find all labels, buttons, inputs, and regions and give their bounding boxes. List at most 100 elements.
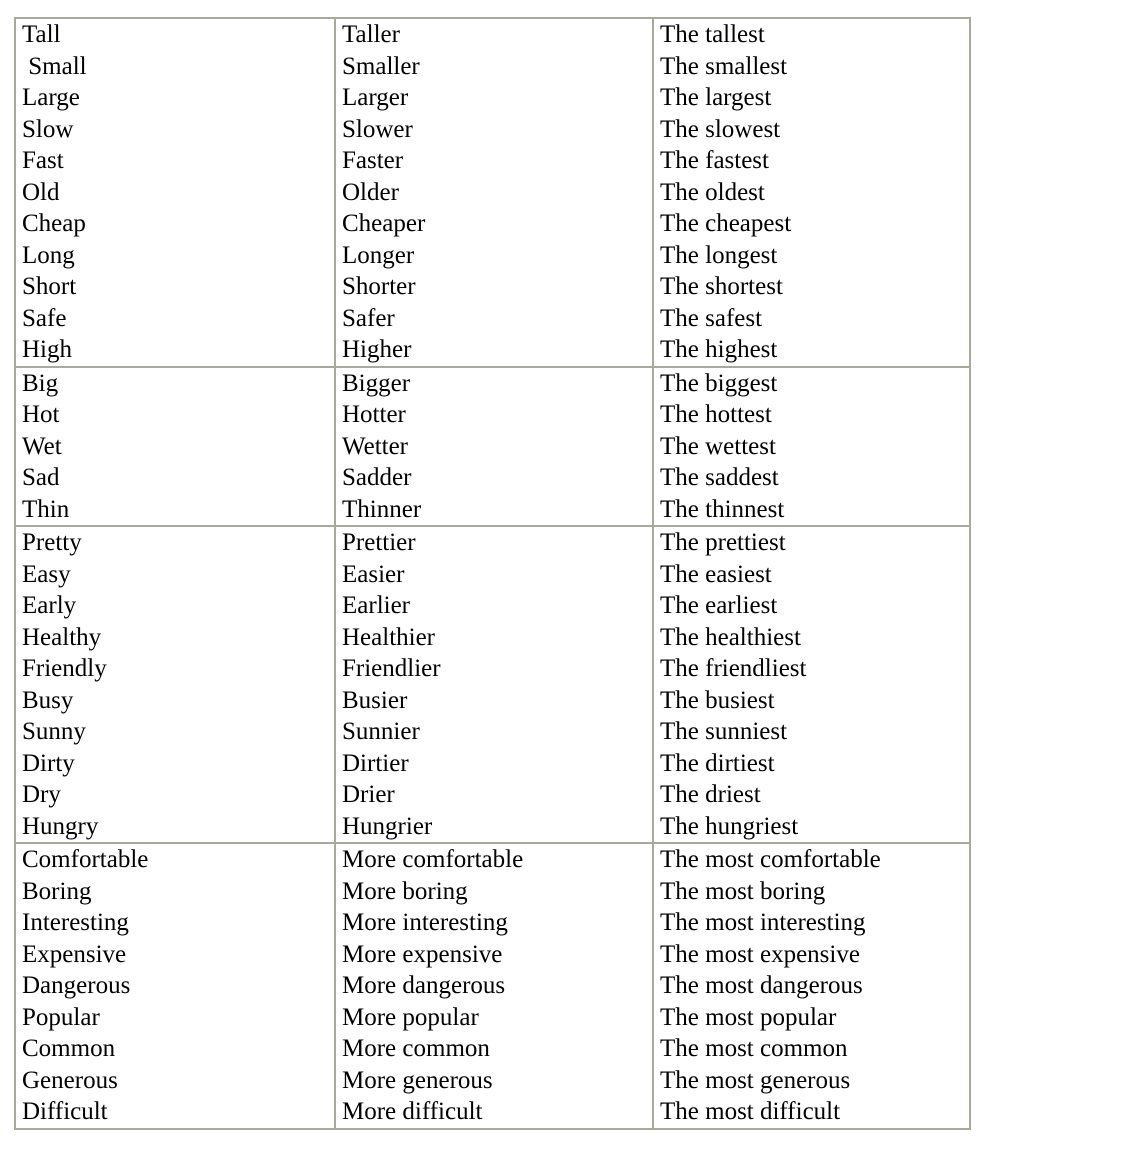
cell-comparative: More interesting xyxy=(334,907,654,939)
table-row: Safe Safer The safest xyxy=(14,302,971,334)
cell-comparative: More popular xyxy=(334,1001,654,1033)
cell-superlative: The largest xyxy=(652,82,971,114)
cell-positive: Pretty xyxy=(14,526,336,559)
cell-superlative: The safest xyxy=(652,302,971,334)
table-row: Hungry Hungrier The hungriest xyxy=(14,810,971,843)
table-row: Big Bigger The biggest xyxy=(14,366,971,399)
cell-comparative: More dangerous xyxy=(334,970,654,1002)
cell-comparative: Wetter xyxy=(334,430,654,462)
cell-positive: Long xyxy=(14,239,336,271)
cell-superlative: The thinnest xyxy=(652,493,971,526)
cell-positive: Dry xyxy=(14,779,336,811)
table-row: Generous More generous The most generous xyxy=(14,1064,971,1096)
cell-superlative: The cheapest xyxy=(652,208,971,240)
table-row: Popular More popular The most popular xyxy=(14,1001,971,1033)
table-row: High Higher The highest xyxy=(14,334,971,367)
cell-comparative: More boring xyxy=(334,875,654,907)
cell-positive: Thin xyxy=(14,493,336,526)
cell-positive: Expensive xyxy=(14,938,336,970)
table-row: Wet Wetter The wettest xyxy=(14,430,971,462)
table-row: Cheap Cheaper The cheapest xyxy=(14,208,971,240)
cell-superlative: The longest xyxy=(652,239,971,271)
cell-comparative: Larger xyxy=(334,82,654,114)
cell-comparative: More expensive xyxy=(334,938,654,970)
cell-comparative: Shorter xyxy=(334,271,654,303)
table-row: Difficult More difficult The most difficul… xyxy=(14,1096,971,1129)
cell-positive: High xyxy=(14,334,336,367)
adjective-group: Big Bigger The biggest Hot Hotter The hottest… xyxy=(14,366,971,526)
cell-comparative: Healthier xyxy=(334,621,654,653)
table-row: Short Shorter The shortest xyxy=(14,271,971,303)
cell-superlative: The most comfortable xyxy=(652,843,971,876)
cell-comparative: Sunnier xyxy=(334,716,654,748)
cell-positive: Sunny xyxy=(14,716,336,748)
cell-positive: Small xyxy=(14,50,336,82)
table-row: Dry Drier The driest xyxy=(14,779,971,811)
cell-comparative: Sadder xyxy=(334,462,654,494)
cell-comparative: Faster xyxy=(334,145,654,177)
table-row: Busy Busier The busiest xyxy=(14,684,971,716)
cell-positive: Common xyxy=(14,1033,336,1065)
cell-positive: Safe xyxy=(14,302,336,334)
cell-comparative: Smaller xyxy=(334,50,654,82)
cell-superlative: The busiest xyxy=(652,684,971,716)
cell-positive: Difficult xyxy=(14,1096,336,1129)
cell-positive: Slow xyxy=(14,113,336,145)
cell-comparative: Friendlier xyxy=(334,653,654,685)
cell-comparative: Slower xyxy=(334,113,654,145)
cell-positive: Interesting xyxy=(14,907,336,939)
cell-positive: Early xyxy=(14,590,336,622)
table-row: Slow Slower The slowest xyxy=(14,113,971,145)
cell-superlative: The earliest xyxy=(652,590,971,622)
table-row: Interesting More interesting The most inte… xyxy=(14,907,971,939)
table-row: Early Earlier The earliest xyxy=(14,590,971,622)
table-row: Healthy Healthier The healthiest xyxy=(14,621,971,653)
cell-positive: Healthy xyxy=(14,621,336,653)
table-row: Tall Taller The tallest xyxy=(14,18,971,51)
cell-superlative: The shortest xyxy=(652,271,971,303)
cell-positive: Hungry xyxy=(14,810,336,843)
cell-superlative: The most expensive xyxy=(652,938,971,970)
table-row: Common More common The most common xyxy=(14,1033,971,1065)
table-row: Old Older The oldest xyxy=(14,176,971,208)
cell-superlative: The biggest xyxy=(652,366,971,399)
cell-comparative: Earlier xyxy=(334,590,654,622)
cell-superlative: The friendliest xyxy=(652,653,971,685)
cell-superlative: The tallest xyxy=(652,18,971,51)
cell-superlative: The driest xyxy=(652,779,971,811)
cell-superlative: The prettiest xyxy=(652,526,971,559)
cell-comparative: Cheaper xyxy=(334,208,654,240)
cell-comparative: Safer xyxy=(334,302,654,334)
cell-positive: Hot xyxy=(14,399,336,431)
cell-positive: Popular xyxy=(14,1001,336,1033)
cell-superlative: The most boring xyxy=(652,875,971,907)
cell-positive: Generous xyxy=(14,1064,336,1096)
table-row: Hot Hotter The hottest xyxy=(14,399,971,431)
cell-positive: Short xyxy=(14,271,336,303)
cell-positive: Fast xyxy=(14,145,336,177)
table-row: Pretty Prettier The prettiest xyxy=(14,526,971,559)
cell-positive: Old xyxy=(14,176,336,208)
page: Tall Taller The tallest Small Smaller The sm… xyxy=(0,0,1143,1168)
cell-positive: Wet xyxy=(14,430,336,462)
table-row: Large Larger The largest xyxy=(14,82,971,114)
cell-comparative: More common xyxy=(334,1033,654,1065)
table-row: Comfortable More comfortable The most comf… xyxy=(14,843,971,876)
cell-comparative: Easier xyxy=(334,558,654,590)
cell-comparative: More comfortable xyxy=(334,843,654,876)
cell-superlative: The slowest xyxy=(652,113,971,145)
cell-superlative: The oldest xyxy=(652,176,971,208)
cell-superlative: The healthiest xyxy=(652,621,971,653)
table-row: Sunny Sunnier The sunniest xyxy=(14,716,971,748)
cell-comparative: Drier xyxy=(334,779,654,811)
table-row: Thin Thinner The thinnest xyxy=(14,493,971,526)
cell-superlative: The most interesting xyxy=(652,907,971,939)
table-row: Sad Sadder The saddest xyxy=(14,462,971,494)
cell-comparative: More difficult xyxy=(334,1096,654,1129)
cell-superlative: The highest xyxy=(652,334,971,367)
cell-comparative: Dirtier xyxy=(334,747,654,779)
cell-positive: Easy xyxy=(14,558,336,590)
cell-superlative: The sunniest xyxy=(652,716,971,748)
cell-superlative: The fastest xyxy=(652,145,971,177)
cell-comparative: Thinner xyxy=(334,493,654,526)
